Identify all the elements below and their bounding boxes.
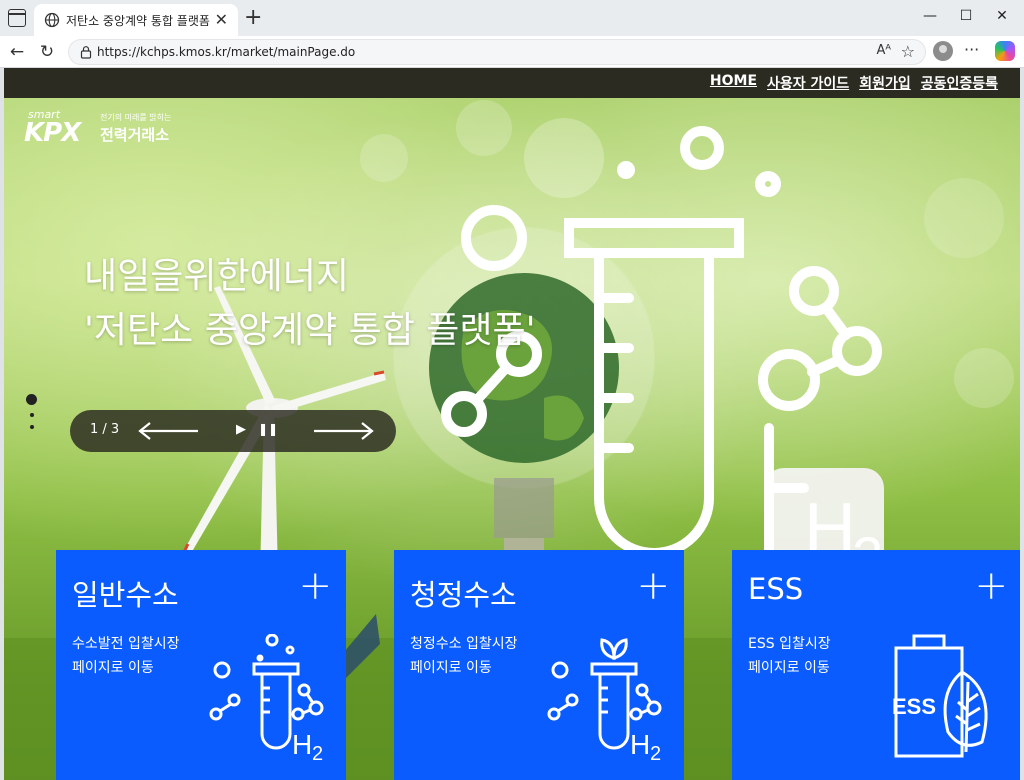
card-title: 일반수소 — [72, 578, 179, 612]
back-button[interactable]: ← — [6, 40, 28, 64]
maximize-button[interactable]: ☐ — [956, 8, 976, 24]
plus-icon[interactable]: + — [974, 566, 1008, 606]
logo-kpx-text: KPX — [24, 118, 81, 148]
card-clean-hydrogen[interactable]: 청정수소 + 청정수소 입찰시장 페이지로 이동 H 2 — [394, 550, 684, 780]
card-description: ESS 입찰시장 페이지로 이동 — [748, 632, 888, 680]
browser-tab-bar: 저탄소 중앙계약 통합 플랫폼 ✕ + — ☐ ✕ — [0, 0, 1024, 36]
lock-icon — [80, 46, 92, 59]
card-desc-line-2: 페이지로 이동 — [748, 660, 830, 676]
card-title: 청정수소 — [410, 578, 517, 612]
slide-dot-active[interactable] — [26, 394, 37, 405]
nav-cert-register-link[interactable]: 공동인증등록 — [921, 73, 998, 93]
card-desc-line-2: 페이지로 이동 — [72, 660, 154, 676]
read-aloud-icon[interactable]: Aᴬ — [877, 43, 892, 58]
card-ess[interactable]: ESS + ESS 입찰시장 페이지로 이동 ESS — [732, 550, 1020, 780]
new-tab-button[interactable]: + — [244, 6, 262, 30]
hydrogen-tube-icon: H 2 — [209, 634, 324, 764]
kpx-logo[interactable]: smart KPX 전기의 미래를 밝히는 전력거래소 — [24, 108, 184, 154]
logo-tagline: 전기의 미래를 밝히는 — [100, 113, 172, 122]
slide-dot[interactable] — [29, 425, 34, 429]
card-general-hydrogen[interactable]: 일반수소 + 수소발전 입찰시장 페이지로 이동 H 2 — [56, 550, 346, 780]
window-close-button[interactable]: ✕ — [992, 8, 1012, 24]
browser-tab-active[interactable]: 저탄소 중앙계약 통합 플랫폼 ✕ — [34, 4, 238, 36]
pause-icon[interactable]: ❚❚ — [258, 422, 278, 436]
slide-counter: 1 / 3 — [90, 422, 120, 437]
card-description: 청정수소 입찰시장 페이지로 이동 — [410, 632, 550, 680]
hero-headline: 내일을위한에너지 '저탄소 중앙계약 통합 플랫폼' — [84, 250, 536, 358]
card-desc-line-1: 청정수소 입찰시장 — [410, 636, 518, 652]
slide-dot[interactable] — [29, 413, 34, 417]
favorite-star-icon[interactable]: ☆ — [901, 42, 915, 61]
url-text: https://kchps.kmos.kr/market/mainPage.do — [97, 45, 356, 59]
plus-icon[interactable]: + — [298, 566, 332, 606]
refresh-button[interactable]: ↻ — [36, 40, 58, 64]
slide-dots — [26, 394, 37, 437]
card-desc-line-2: 페이지로 이동 — [410, 660, 492, 676]
tab-close-icon[interactable]: ✕ — [215, 10, 228, 30]
card-title: ESS — [748, 572, 804, 606]
card-description: 수소발전 입찰시장 페이지로 이동 — [72, 632, 212, 680]
profile-avatar[interactable] — [933, 41, 953, 61]
minimize-button[interactable]: — — [920, 8, 940, 24]
clean-hydrogen-tube-icon: H 2 — [547, 638, 662, 764]
play-icon[interactable]: ▶ — [236, 422, 246, 437]
nav-user-guide-link[interactable]: 사용자 가이드 — [767, 73, 849, 93]
address-toolbar: ← ↻ https://kchps.kmos.kr/market/mainPag… — [0, 36, 1024, 68]
card-desc-line-1: ESS 입찰시장 — [748, 636, 831, 652]
nav-home-link[interactable]: HOME — [710, 73, 757, 93]
copilot-icon[interactable] — [995, 41, 1015, 61]
more-menu-icon[interactable]: ··· — [964, 40, 979, 59]
logo-name: 전력거래소 — [100, 126, 170, 144]
card-desc-line-1: 수소발전 입찰시장 — [72, 636, 180, 652]
svg-text:H: H — [630, 729, 650, 760]
svg-text:H: H — [292, 729, 312, 760]
top-nav-bar: HOME 사용자 가이드 회원가입 공동인증등록 — [4, 68, 1020, 98]
plus-icon[interactable]: + — [636, 566, 670, 606]
sidebar-toggle-icon[interactable] — [8, 9, 26, 27]
tab-title: 저탄소 중앙계약 통합 플랫폼 — [66, 14, 210, 28]
hero-line-1: 내일을위한에너지 — [84, 256, 349, 297]
slider-controls: 1 / 3 ▶ ❚❚ — [70, 410, 396, 452]
page-viewport: H 2 HOME 사용자 가이드 회원가입 공동인증등록 smart KPX 전… — [4, 68, 1020, 780]
globe-icon — [44, 12, 60, 28]
hero-line-2: '저탄소 중앙계약 통합 플랫폼' — [84, 310, 536, 351]
prev-arrow-icon[interactable] — [136, 421, 200, 441]
svg-text:2: 2 — [650, 743, 661, 764]
next-arrow-icon[interactable] — [312, 421, 376, 441]
ess-battery-leaf-icon: ESS — [892, 634, 988, 758]
url-field[interactable]: https://kchps.kmos.kr/market/mainPage.do… — [68, 39, 926, 65]
svg-text:ESS: ESS — [892, 694, 936, 719]
nav-signup-link[interactable]: 회원가입 — [859, 73, 911, 93]
svg-text:2: 2 — [312, 743, 323, 764]
top-navigation: HOME 사용자 가이드 회원가입 공동인증등록 — [710, 73, 998, 93]
